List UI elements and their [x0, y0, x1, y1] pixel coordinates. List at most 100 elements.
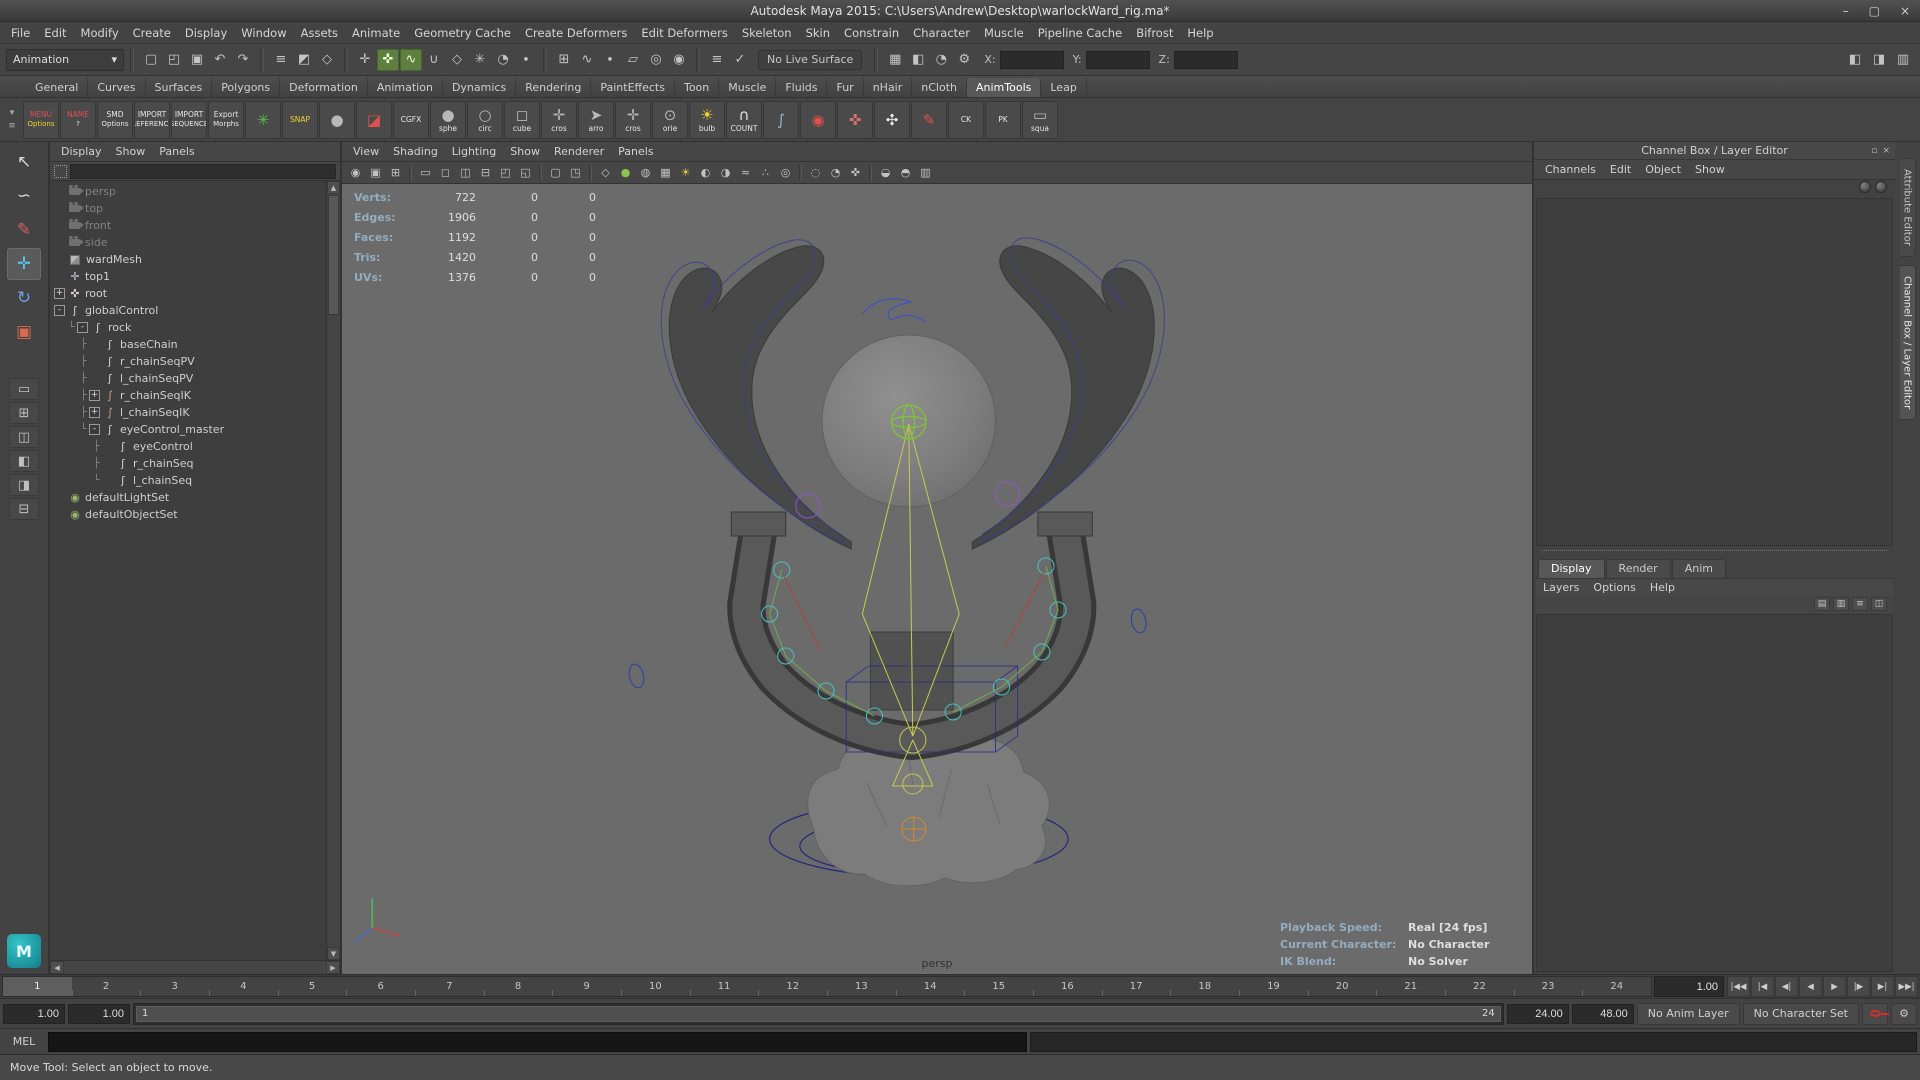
- timeline-frame[interactable]: 10: [621, 977, 690, 996]
- step-forward-frame-button[interactable]: ▶|: [1871, 976, 1894, 997]
- outliner-item-eyecontrol-master[interactable]: └ - ʃ eyeControl_master: [50, 421, 326, 438]
- left-side-control[interactable]: [627, 663, 646, 689]
- open-scene-icon[interactable]: ◰: [163, 49, 185, 71]
- mask-misc-icon[interactable]: ∙: [515, 49, 537, 71]
- menu-set-selector[interactable]: Animation ▾: [6, 48, 124, 71]
- menu-modify[interactable]: Modify: [74, 22, 126, 43]
- timeline-frame[interactable]: 23: [1513, 977, 1583, 996]
- menu-geometry-cache[interactable]: Geometry Cache: [407, 22, 518, 43]
- shelf-item-square-control[interactable]: ▭ squa: [1022, 100, 1058, 139]
- mask-handles-icon[interactable]: ✛: [354, 49, 376, 71]
- shelf-item-import-sequence[interactable]: IMPORT SEQUENCE: [171, 100, 207, 139]
- shelf-tab-nhair[interactable]: nHair: [864, 78, 913, 97]
- render-view-icon[interactable]: ▦: [884, 49, 906, 71]
- animation-preferences-button[interactable]: ⚙: [1891, 1002, 1917, 1025]
- menu-skin[interactable]: Skin: [799, 22, 837, 43]
- channel-box-menu-object[interactable]: Object: [1638, 163, 1688, 176]
- menu-help[interactable]: Help: [1180, 22, 1220, 43]
- menu-create[interactable]: Create: [126, 22, 178, 43]
- mask-deformations-icon[interactable]: ◇: [446, 49, 468, 71]
- outliner-item-l-chainseq[interactable]: └ ʃ l_chainSeq: [50, 472, 326, 489]
- outliner-filter-input[interactable]: [70, 163, 336, 179]
- shelf-item-export-morphs[interactable]: Export Morphs: [208, 100, 244, 139]
- tree-expander[interactable]: -: [54, 305, 65, 316]
- menu-animate[interactable]: Animate: [345, 22, 407, 43]
- shelf-item-create-node[interactable]: ✳: [245, 100, 281, 139]
- shelf-item-misc[interactable]: ◪: [356, 100, 392, 139]
- outliner-item-side[interactable]: side: [50, 234, 326, 251]
- viewport-menu-lighting[interactable]: Lighting: [445, 145, 503, 158]
- shelf-tab-leap[interactable]: Leap: [1041, 78, 1087, 97]
- manip-mode-icon[interactable]: [1875, 181, 1887, 193]
- tree-expander[interactable]: +: [54, 288, 65, 299]
- sidebar-tab-channel-box[interactable]: Channel Box / Layer Editor: [1899, 264, 1916, 421]
- snap-point-icon[interactable]: ∙: [599, 49, 621, 71]
- go-to-end-button[interactable]: ▶▶|: [1895, 976, 1918, 997]
- timeline-frame[interactable]: 4: [209, 977, 278, 996]
- lock-camera-icon[interactable]: ▣: [366, 163, 385, 182]
- safe-title-icon[interactable]: ◱: [516, 163, 535, 182]
- outliner-item-rock[interactable]: └ - ʃ rock: [50, 319, 326, 336]
- outliner-item-root[interactable]: + ✜ root: [50, 285, 326, 302]
- exposure-icon[interactable]: ◒: [876, 163, 895, 182]
- timeline-frame-current[interactable]: 1: [3, 977, 72, 996]
- field-chart-icon[interactable]: ⊟: [476, 163, 495, 182]
- tab-render[interactable]: Render: [1605, 559, 1671, 578]
- menu-skeleton[interactable]: Skeleton: [735, 22, 799, 43]
- wireframe-on-shaded-icon[interactable]: ◍: [636, 163, 655, 182]
- tree-expander[interactable]: -: [89, 424, 100, 435]
- sidebar-tab-attribute-editor[interactable]: Attribute Editor: [1899, 158, 1916, 257]
- play-backwards-button[interactable]: ◀: [1799, 976, 1822, 997]
- rotate-tool-icon[interactable]: ↻: [7, 282, 41, 314]
- outliner-item-l-chainseqpv[interactable]: ├ ʃ l_chainSeqPV: [50, 370, 326, 387]
- toggle-attribute-editor-icon[interactable]: ◧: [1844, 49, 1866, 71]
- top-control-curve[interactable]: [861, 298, 926, 323]
- shelf-item-sphere[interactable]: ●: [319, 100, 355, 139]
- ao-icon[interactable]: ◑: [716, 163, 735, 182]
- construction-history-icon[interactable]: ✓: [729, 49, 751, 71]
- scrollbar-thumb[interactable]: [328, 195, 339, 315]
- timeline-frame[interactable]: 7: [415, 977, 484, 996]
- gradient-icon[interactable]: ▥: [916, 163, 935, 182]
- animation-end-field[interactable]: [1571, 1003, 1634, 1024]
- ipr-render-icon[interactable]: ◔: [930, 49, 952, 71]
- shelf-item-count[interactable]: ∩ COUNT: [726, 100, 762, 139]
- scroll-down-icon[interactable]: ▼: [327, 947, 340, 960]
- timeline-frame[interactable]: 13: [827, 977, 896, 996]
- shelf-tab-polygons[interactable]: Polygons: [212, 78, 281, 97]
- timeline-frame[interactable]: 15: [964, 977, 1033, 996]
- shelf-item-cross-control[interactable]: ✛ cros: [541, 100, 577, 139]
- shelf-tab-animation[interactable]: Animation: [368, 78, 443, 97]
- tab-display[interactable]: Display: [1538, 559, 1605, 578]
- wireframe-icon[interactable]: ◇: [596, 163, 615, 182]
- viewport-menu-shading[interactable]: Shading: [386, 145, 445, 158]
- shelf-item-paint[interactable]: ✎: [911, 100, 947, 139]
- menu-bifrost[interactable]: Bifrost: [1129, 22, 1180, 43]
- frame-all-icon[interactable]: ▢: [546, 163, 565, 182]
- timeline-frame[interactable]: 17: [1101, 977, 1171, 996]
- scrollbar-track[interactable]: [64, 961, 326, 974]
- textured-icon[interactable]: ▦: [656, 163, 675, 182]
- make-live-icon[interactable]: ◉: [668, 49, 690, 71]
- timeline-frame[interactable]: 20: [1307, 977, 1377, 996]
- outliner-item-basechain[interactable]: ├ ʃ baseChain: [50, 336, 326, 353]
- outliner-menu-show[interactable]: Show: [109, 145, 153, 158]
- base-orange-control[interactable]: [901, 816, 927, 842]
- shelf-item-cross2-control[interactable]: ✛ cros: [615, 100, 651, 139]
- current-time-field[interactable]: [1654, 976, 1724, 997]
- menu-window[interactable]: Window: [234, 22, 293, 43]
- step-back-key-button[interactable]: ◀|: [1775, 976, 1798, 997]
- smooth-shade-icon[interactable]: ●: [616, 163, 635, 182]
- film-gate-icon[interactable]: ▭: [416, 163, 435, 182]
- timeline-frame[interactable]: 3: [140, 977, 209, 996]
- channel-box-menu-channels[interactable]: Channels: [1538, 163, 1603, 176]
- command-line-language-label[interactable]: MEL: [3, 1035, 45, 1048]
- toggle-tool-settings-icon[interactable]: ◨: [1868, 49, 1890, 71]
- timeline-frame[interactable]: 12: [758, 977, 827, 996]
- z-input[interactable]: [1173, 50, 1238, 69]
- no-live-surface-button[interactable]: No Live Surface: [758, 49, 863, 70]
- layer-menu-layers[interactable]: Layers: [1536, 581, 1586, 594]
- channel-box-list[interactable]: [1536, 198, 1893, 546]
- maximize-button[interactable]: ▢: [1869, 4, 1880, 18]
- outliner-item-r-chainseq[interactable]: ├ ʃ r_chainSeq: [50, 455, 326, 472]
